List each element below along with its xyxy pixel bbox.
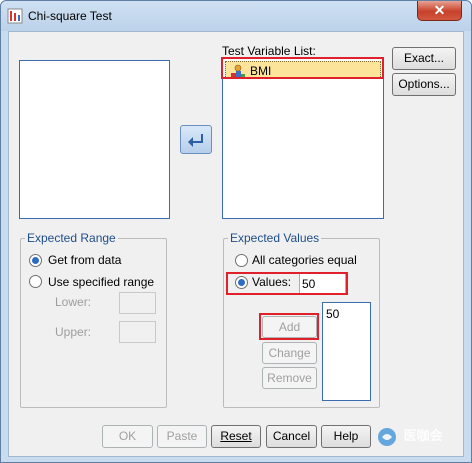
dialog-window: Chi-square Test ✕ Test Variable List: BM… (0, 0, 472, 463)
cancel-button-label: Cancel (272, 429, 311, 443)
title-bar[interactable]: Chi-square Test ✕ (1, 1, 471, 31)
test-variable-list[interactable]: BMI (222, 58, 384, 219)
all-categories-equal-radio[interactable] (235, 254, 248, 267)
move-variable-button[interactable] (180, 125, 212, 154)
all-categories-equal-label[interactable]: All categories equal (252, 253, 357, 267)
lower-label: Lower: (55, 295, 92, 309)
expected-values-list[interactable]: 50 (322, 302, 371, 401)
expected-range-title: Expected Range (25, 231, 118, 245)
reset-button-label: Reset (220, 429, 252, 443)
close-icon: ✕ (433, 2, 446, 18)
highlight-box-values (226, 272, 348, 295)
remove-button[interactable]: Remove (262, 367, 317, 389)
options-button-label: Options... (398, 77, 450, 91)
close-window-button[interactable]: ✕ (417, 1, 462, 21)
paste-button-label: Paste (166, 429, 198, 443)
spss-app-icon (7, 8, 23, 24)
lower-input[interactable] (119, 292, 156, 314)
reset-button[interactable]: Reset (211, 425, 261, 448)
highlight-box-add (259, 313, 319, 340)
use-specified-range-radio[interactable] (29, 275, 42, 288)
exact-button[interactable]: Exact... (392, 47, 456, 70)
highlight-box-variable (221, 57, 384, 79)
watermark-text: 医咖会 (403, 428, 443, 443)
use-specified-range-label[interactable]: Use specified range (48, 275, 154, 289)
upper-input[interactable] (119, 321, 156, 343)
cancel-button[interactable]: Cancel (266, 425, 317, 448)
ok-button[interactable]: OK (102, 425, 153, 448)
paste-button[interactable]: Paste (157, 425, 207, 448)
change-button-label: Change (268, 346, 311, 360)
expected-values-title: Expected Values (228, 231, 322, 245)
change-button[interactable]: Change (262, 342, 317, 364)
options-button[interactable]: Options... (392, 73, 456, 96)
help-button[interactable]: Help (321, 425, 371, 448)
get-from-data-label[interactable]: Get from data (48, 253, 121, 267)
list-item[interactable]: 50 (326, 307, 339, 321)
test-variable-list-label: Test Variable List: (222, 44, 316, 58)
exact-button-label: Exact... (403, 51, 444, 65)
watermark-logo: 医咖会 (377, 425, 443, 447)
upper-label: Upper: (55, 325, 92, 339)
arrow-left-icon (188, 134, 203, 147)
window-title: Chi-square Test (28, 9, 112, 23)
dialog-body: Test Variable List: BMI Exact... Options… (8, 31, 464, 457)
remove-button-label: Remove (267, 371, 312, 385)
ok-button-label: OK (118, 429, 137, 443)
source-variable-list[interactable] (19, 60, 170, 219)
watermark-icon (378, 427, 396, 446)
help-button-label: Help (333, 429, 359, 443)
get-from-data-radio[interactable] (29, 254, 42, 267)
